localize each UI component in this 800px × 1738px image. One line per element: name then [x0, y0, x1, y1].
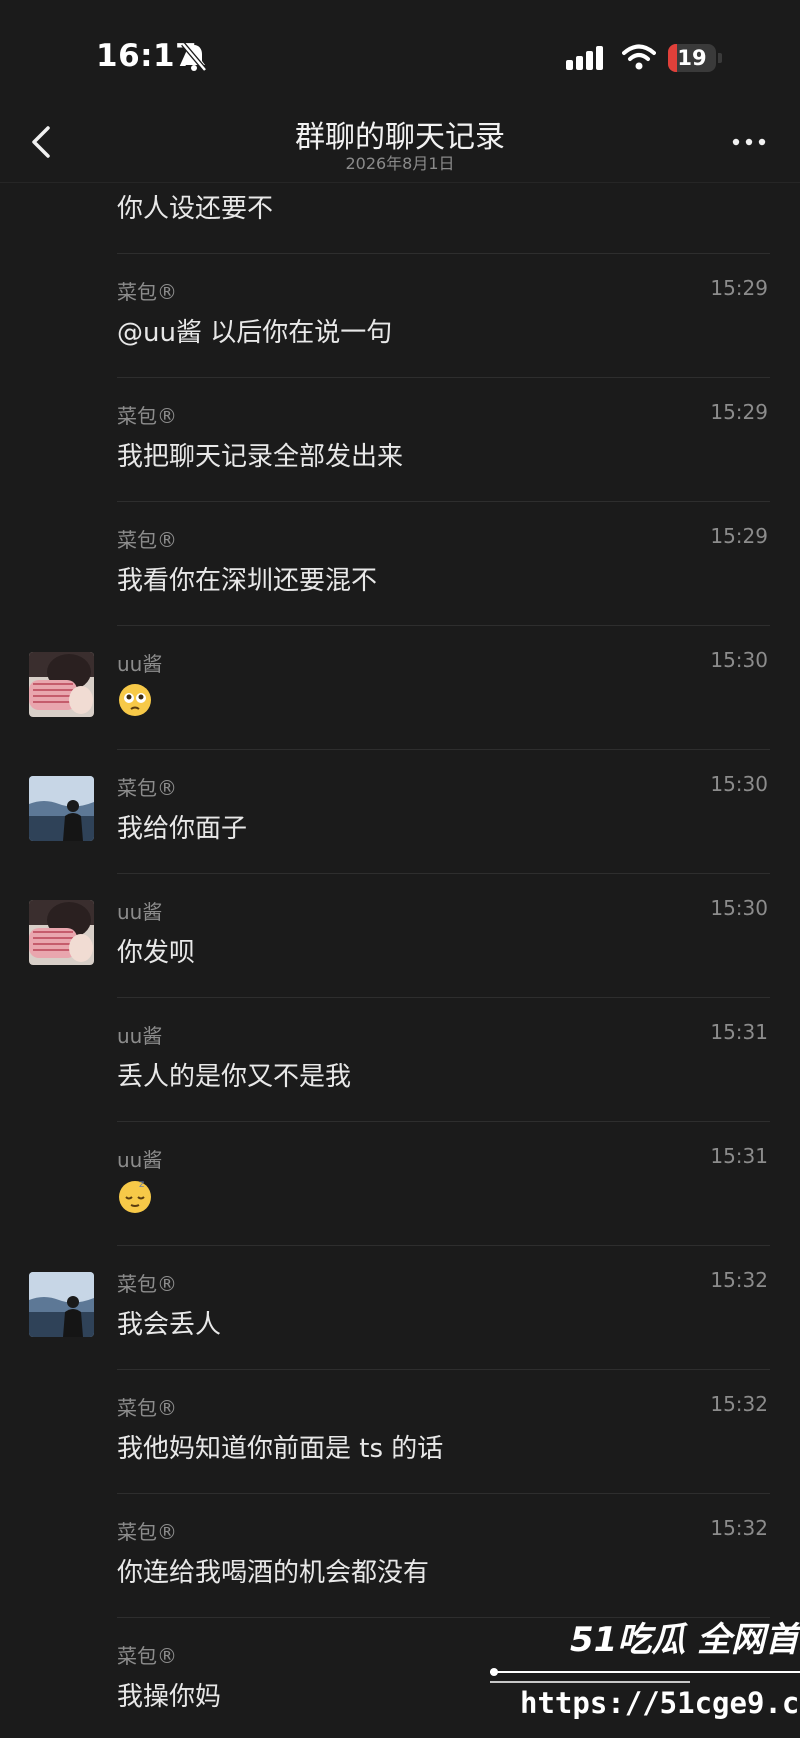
message-sender: uu酱 — [117, 1024, 163, 1048]
message-time: 15:29 — [710, 276, 768, 300]
message-time: 15:32 — [710, 1516, 768, 1540]
message-time: 15:30 — [710, 648, 768, 672]
caibao-avatar[interactable] — [29, 776, 94, 841]
message-sender: 菜包® — [117, 528, 177, 552]
caibao-avatar[interactable] — [29, 1272, 94, 1337]
uu-avatar[interactable] — [29, 900, 94, 965]
message-sender: 菜包® — [117, 776, 177, 800]
status-bar: 16:17 19 — [0, 0, 800, 100]
pleading-face-emoji — [117, 682, 153, 718]
message-time: 15:32 — [710, 1268, 768, 1292]
more-options-button[interactable] — [725, 126, 775, 158]
message-text: 我操你妈 — [117, 1682, 222, 1712]
uu-avatar[interactable] — [29, 652, 94, 717]
message-sender: 菜包® — [117, 1520, 177, 1544]
message-sender: 菜包® — [117, 1272, 177, 1296]
message-list[interactable]: 菜包®15:29你人设还要不菜包®15:29@uu酱 以后你在说一句菜包®15:… — [0, 0, 800, 1738]
message-text: 我把聊天记录全部发出来 — [117, 442, 404, 472]
watermark: 51吃瓜 全网首发 https://51cge9.com — [490, 1604, 800, 1738]
message-row[interactable]: uu酱 15:31 z — [0, 1122, 800, 1246]
battery-percent: 19 — [677, 46, 707, 70]
watermark-url: https://51cge9.com — [520, 1686, 800, 1720]
message-sender: uu酱 — [117, 1148, 163, 1172]
message-row[interactable]: 菜包® 15:30 我给你面子 — [0, 750, 800, 874]
message-sender: uu酱 — [117, 900, 163, 924]
message-text: 你连给我喝酒的机会都没有 — [117, 1558, 430, 1588]
message-time: 15:32 — [710, 1392, 768, 1416]
message-text: 你人设还要不 — [117, 194, 274, 224]
message-time: 15:31 — [710, 1144, 768, 1168]
bell-muted-icon — [181, 42, 207, 72]
message-row[interactable]: 菜包® 15:32 我他妈知道你前面是 ts 的话 — [0, 1370, 800, 1494]
battery-indicator: 19 — [668, 44, 716, 72]
message-text: @uu酱 以后你在说一句 — [117, 318, 393, 348]
message-row[interactable]: 菜包® 15:29 我把聊天记录全部发出来 — [0, 378, 800, 502]
message-row[interactable]: 菜包® 15:32 我会丢人 — [0, 1246, 800, 1370]
message-text: 我他妈知道你前面是 ts 的话 — [117, 1434, 444, 1464]
message-row[interactable]: 菜包® 15:29 @uu酱 以后你在说一句 — [0, 254, 800, 378]
svg-text:z: z — [139, 1179, 144, 1190]
message-row[interactable]: uu酱 15:30 你发呗 — [0, 874, 800, 998]
sleeping-face-emoji: z — [117, 1178, 153, 1214]
message-row[interactable]: 菜包® 15:32 你连给我喝酒的机会都没有 — [0, 1494, 800, 1618]
message-row[interactable]: uu酱 15:31 丢人的是你又不是我 — [0, 998, 800, 1122]
message-row[interactable]: 菜包® 15:29 我看你在深圳还要混不 — [0, 502, 800, 626]
message-sender: 菜包® — [117, 404, 177, 428]
message-time: 15:30 — [710, 896, 768, 920]
message-time: 15:29 — [710, 400, 768, 424]
message-text: 丢人的是你又不是我 — [117, 1062, 352, 1092]
nav-bar: 群聊的聊天记录 2026年8月1日 — [0, 100, 800, 183]
battery-cap — [718, 53, 722, 63]
more-icon — [732, 138, 766, 146]
message-sender: uu酱 — [117, 652, 163, 676]
message-sender: 菜包® — [117, 1396, 177, 1420]
message-row[interactable]: uu酱 15:30 — [0, 626, 800, 750]
message-time: 15:29 — [710, 524, 768, 548]
wifi-icon — [622, 44, 656, 70]
watermark-brand: 51吃瓜 全网首发 — [570, 1620, 800, 1660]
message-text: 我给你面子 — [117, 814, 248, 844]
page-subtitle: 2026年8月1日 — [345, 154, 455, 173]
message-sender: 菜包® — [117, 280, 177, 304]
message-text: 我会丢人 — [117, 1310, 222, 1340]
message-time: 15:30 — [710, 772, 768, 796]
message-sender: 菜包® — [117, 1644, 177, 1668]
message-text: 你发呗 — [117, 938, 196, 968]
message-time: 15:31 — [710, 1020, 768, 1044]
cellular-signal-icon — [566, 46, 603, 70]
message-text: 我看你在深圳还要混不 — [117, 566, 378, 596]
